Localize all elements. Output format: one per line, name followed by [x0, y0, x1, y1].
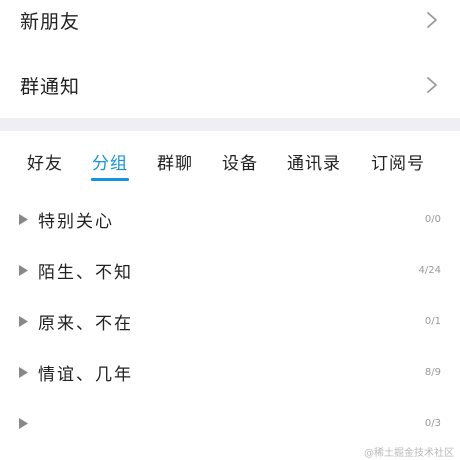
tab-subscriptions[interactable]: 订阅号	[371, 149, 425, 174]
tab-group-chats[interactable]: 群聊	[157, 149, 193, 174]
group-row[interactable]: 情谊、几年 8/9	[0, 350, 460, 394]
chevron-right-icon	[427, 77, 437, 93]
triangle-right-icon	[19, 264, 28, 276]
group-row[interactable]: 特别关心 0/0	[0, 197, 460, 241]
contacts-tab-bar: 好友 分组 群聊 设备 通讯录 订阅号	[0, 131, 460, 191]
section-divider	[0, 118, 460, 131]
triangle-right-icon	[19, 417, 28, 429]
triangle-right-icon	[19, 315, 28, 327]
group-name: 情谊、几年	[38, 364, 133, 385]
watermark-text: @稀土掘金技术社区	[364, 448, 454, 459]
group-notice-row[interactable]: 群通知	[0, 57, 460, 113]
chevron-right-icon	[427, 12, 437, 28]
group-count: 4/24	[418, 264, 441, 276]
group-count: 0/1	[424, 315, 441, 327]
group-name: 特别关心	[38, 211, 114, 232]
group-notice-label: 群通知	[20, 75, 81, 98]
tab-address-book[interactable]: 通讯录	[287, 149, 341, 174]
group-count: 0/0	[424, 213, 441, 225]
group-row[interactable]: 原来、不在 0/1	[0, 299, 460, 343]
active-tab-indicator	[91, 178, 129, 181]
tab-groups[interactable]: 分组	[92, 149, 128, 174]
group-row[interactable]: 陌生、不知 4/24	[0, 248, 460, 292]
new-friends-row[interactable]: 新朋友	[0, 0, 460, 48]
group-row[interactable]: 0/3	[0, 401, 460, 445]
new-friends-label: 新朋友	[20, 10, 81, 33]
group-name: 原来、不在	[38, 313, 133, 334]
group-count: 0/3	[424, 417, 441, 429]
tab-friends[interactable]: 好友	[27, 149, 63, 174]
group-name: 陌生、不知	[38, 262, 133, 283]
triangle-right-icon	[19, 213, 28, 225]
tab-devices[interactable]: 设备	[222, 149, 258, 174]
group-count: 8/9	[424, 366, 441, 378]
contacts-screen: 新朋友 群通知 好友 分组 群聊 设备 通讯录 订阅号 特别关心 0/0 陌生、…	[0, 0, 460, 460]
triangle-right-icon	[19, 366, 28, 378]
